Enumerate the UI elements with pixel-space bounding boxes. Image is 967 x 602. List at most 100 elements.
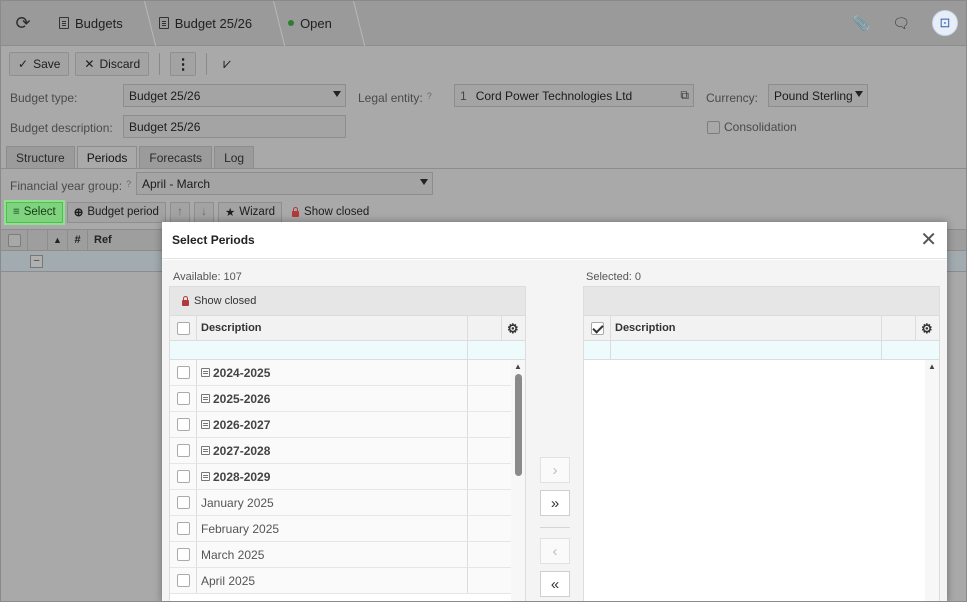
number-column-header[interactable]: # [67, 229, 87, 251]
select-button[interactable]: ≡ Select [6, 201, 63, 223]
budget-description-input[interactable]: Budget 25/26 [123, 115, 346, 138]
scroll-up-icon[interactable]: ▲ [928, 362, 936, 371]
budget-description-value: Budget 25/26 [129, 119, 201, 134]
column-divider [196, 412, 197, 437]
fy-group-text: Financial year group: [10, 179, 123, 193]
wizard-button[interactable]: ★ Wizard [217, 201, 283, 223]
list-item[interactable]: 2026-2027 [170, 412, 525, 438]
list-item[interactable]: April 2025 [170, 568, 525, 594]
paperclip-icon[interactable]: 📎 [853, 15, 870, 32]
checkbox-box[interactable] [176, 574, 190, 587]
row-checkbox[interactable] [170, 548, 196, 561]
checkbox-checked[interactable] [590, 321, 604, 335]
column-divider [196, 542, 197, 567]
description-column-header[interactable]: Description [610, 322, 676, 334]
budget-type-select[interactable]: Budget 25/26 [123, 84, 346, 107]
checkbox-box[interactable] [176, 496, 190, 509]
available-filter-row[interactable] [170, 341, 525, 360]
list-item[interactable]: January 2025 [170, 490, 525, 516]
tab-periods[interactable]: Periods [76, 146, 138, 169]
select-all-available[interactable] [170, 321, 196, 335]
list-item[interactable]: February 2025 [170, 516, 525, 542]
checkbox-box[interactable] [176, 418, 190, 431]
column-divider [915, 316, 916, 340]
show-closed-toggle[interactable]: Show closed [194, 295, 256, 307]
breadcrumb-budgets[interactable]: Budgets [45, 1, 145, 46]
show-closed-toggle[interactable]: Show closed [286, 206, 369, 218]
column-divider [467, 341, 468, 359]
gear-icon[interactable]: ⚙ [507, 321, 519, 337]
row-checkbox[interactable] [170, 574, 196, 587]
more-options-button[interactable]: ⋮ [170, 51, 197, 76]
description-column-header[interactable]: Description [196, 322, 262, 334]
selected-scrollbar[interactable]: ▲ [925, 360, 939, 601]
save-button[interactable]: ✓ Save [9, 51, 70, 76]
discard-button[interactable]: ✕ Discard [75, 51, 150, 76]
row-checkbox[interactable] [170, 496, 196, 509]
currency-select[interactable]: Pound Sterling [768, 84, 868, 107]
financial-year-group-select[interactable]: April - March [136, 172, 433, 195]
screen-capture-icon[interactable]: ⊡ [932, 10, 958, 36]
move-up-button[interactable]: ↑ [169, 201, 190, 223]
select-all-selected[interactable] [584, 321, 610, 335]
checkbox-box[interactable] [176, 522, 190, 535]
close-icon[interactable]: ✕ [920, 230, 937, 250]
consolidation-checkbox[interactable]: Consolidation [707, 120, 797, 134]
tab-structure[interactable]: Structure [6, 146, 75, 169]
available-count: Available: 107 [173, 271, 242, 283]
breadcrumb-bar: ⟳ Budgets Budget 25/26 Open 📎 🗨 ⊡ [1, 1, 966, 46]
checkbox-box[interactable] [176, 392, 190, 405]
scroll-up-icon[interactable]: ▲ [514, 362, 522, 371]
move-right-button[interactable]: › [540, 457, 570, 483]
legal-entity-field[interactable]: 1 Cord Power Technologies Ltd ⧉ [454, 84, 694, 107]
checkbox-box[interactable] [176, 321, 190, 335]
move-down-button[interactable]: ↓ [193, 201, 214, 223]
row-checkbox[interactable] [170, 444, 196, 457]
available-grid-header: Description ⚙ [170, 315, 525, 341]
checkbox-box[interactable] [7, 233, 21, 247]
breadcrumb-budget[interactable]: Budget 25/26 [145, 1, 274, 46]
row-checkbox[interactable] [170, 392, 196, 405]
row-checkbox[interactable] [170, 522, 196, 535]
row-label: 2028-2029 [213, 469, 271, 484]
checkbox-box[interactable] [176, 548, 190, 561]
available-scrollbar[interactable]: ▲ [511, 360, 525, 601]
refresh-icon[interactable]: ⟳ [1, 1, 45, 46]
select-all-checkbox[interactable] [1, 233, 27, 247]
selected-filter-row[interactable] [584, 341, 939, 360]
add-budget-period-button[interactable]: ⊕ Budget period [66, 201, 166, 223]
document-icon [158, 17, 169, 29]
list-item[interactable]: 2025-2026 [170, 386, 525, 412]
move-all-right-button[interactable]: » [540, 490, 570, 516]
tab-log[interactable]: Log [214, 146, 255, 169]
comment-icon[interactable]: 🗨 [892, 15, 910, 32]
row-label: March 2025 [201, 547, 265, 562]
column-divider [467, 412, 468, 437]
row-checkbox[interactable] [170, 418, 196, 431]
gear-icon[interactable]: ⚙ [921, 321, 933, 337]
row-checkbox[interactable] [170, 470, 196, 483]
list-item[interactable]: 2027-2028 [170, 438, 525, 464]
available-list: 2024-2025 2025-2026 2026-2027 2027-2028 2028… [170, 360, 525, 601]
ref-column-header[interactable]: Ref [87, 229, 112, 251]
collapse-icon[interactable]: – [30, 255, 43, 268]
list-item[interactable]: 2028-2029 [170, 464, 525, 490]
checkbox-box[interactable] [176, 444, 190, 457]
currency-label: Currency: [706, 91, 759, 105]
move-all-left-button[interactable]: « [540, 571, 570, 597]
row-checkbox[interactable] [170, 366, 196, 379]
chart-icon[interactable]: ⩗ [217, 55, 237, 72]
scrollbar-thumb[interactable] [515, 374, 522, 476]
sort-column-header[interactable]: ▲ [47, 229, 67, 251]
external-link-icon[interactable]: ⧉ [680, 88, 689, 103]
column-divider [467, 542, 468, 567]
breadcrumb-status[interactable]: Open [274, 1, 354, 46]
tab-forecasts[interactable]: Forecasts [139, 146, 213, 169]
list-item[interactable]: 2024-2025 [170, 360, 525, 386]
checkbox-box[interactable] [176, 470, 190, 483]
list-item[interactable]: March 2025 [170, 542, 525, 568]
dialog-title: Select Periods [162, 222, 947, 259]
move-left-button[interactable]: ‹ [540, 538, 570, 564]
checkbox-box[interactable] [707, 120, 720, 134]
checkbox-box[interactable] [176, 366, 190, 379]
